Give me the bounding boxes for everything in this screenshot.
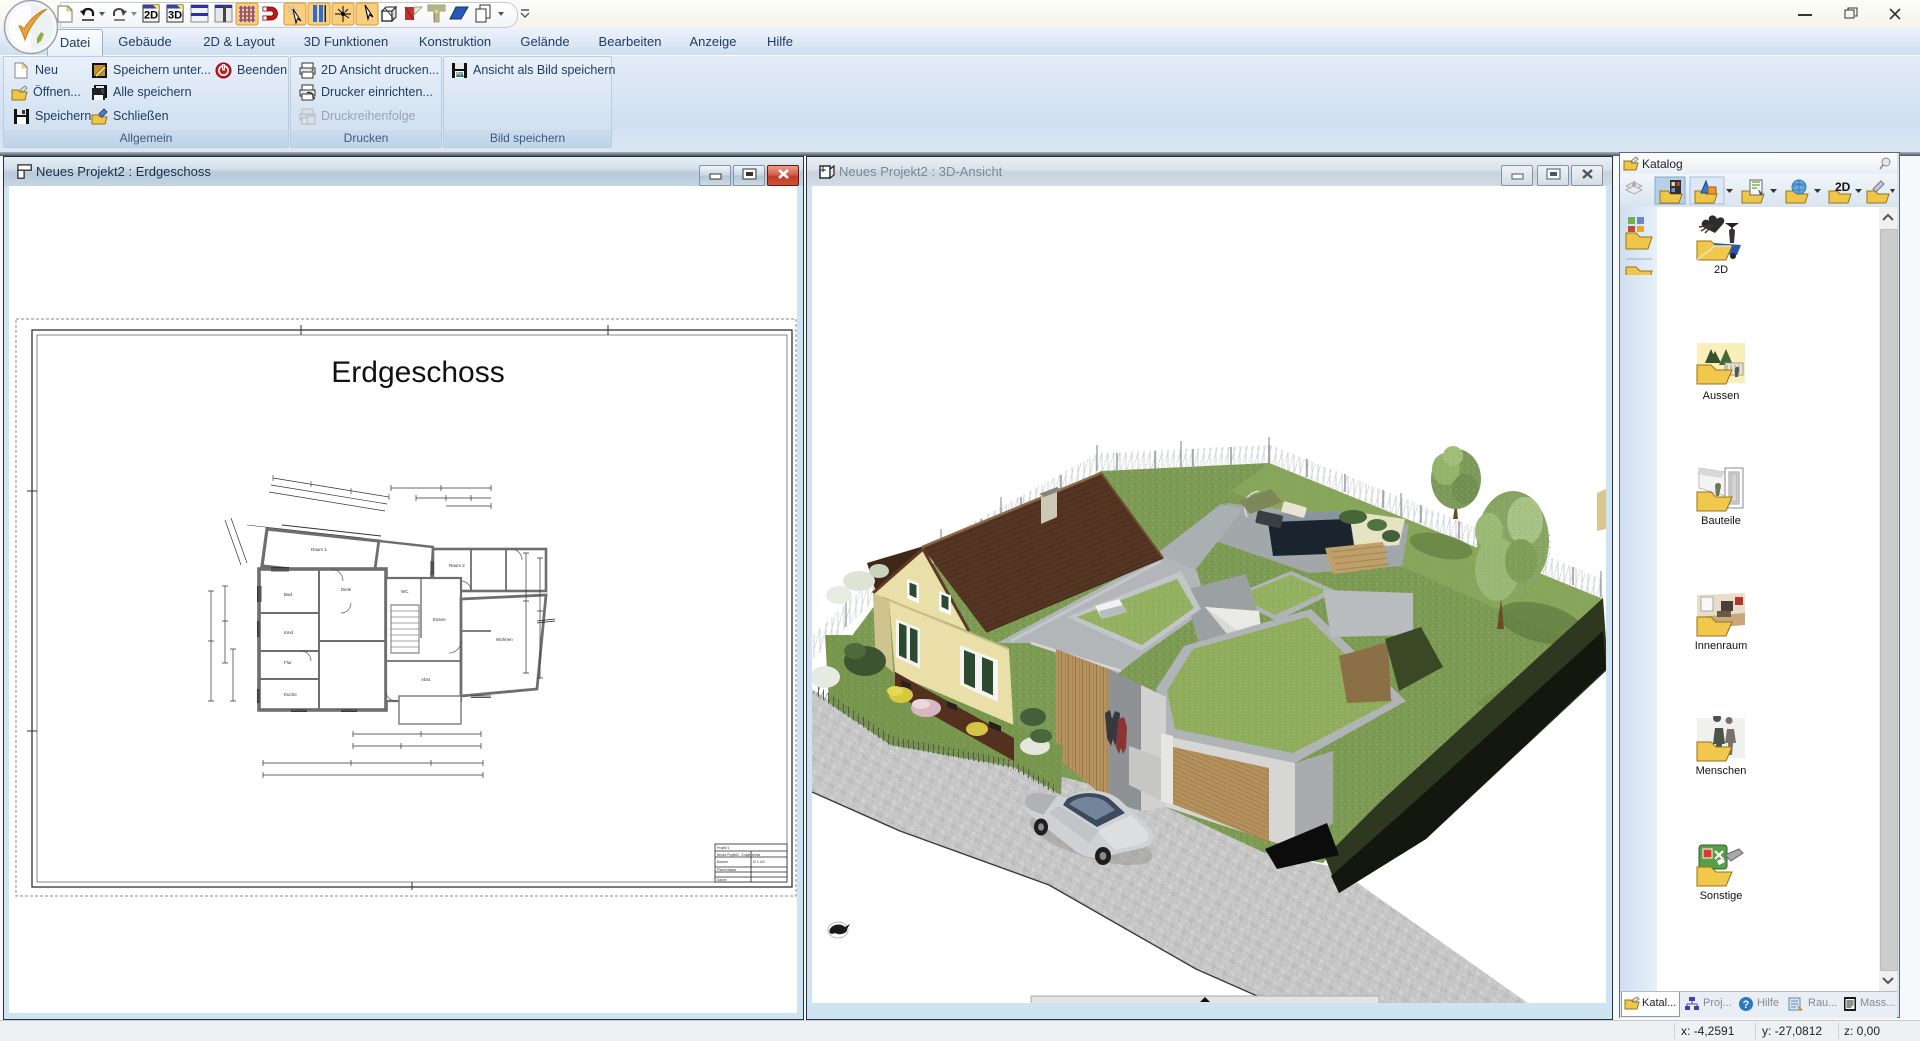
svg-text:Projekt 1: Projekt 1 (717, 846, 730, 850)
svg-text:Bad: Bad (284, 592, 293, 597)
svg-text:Küche: Küche (284, 692, 297, 697)
svg-text:Essen: Essen (433, 617, 446, 622)
svg-text:2D: 2D (144, 10, 158, 22)
svg-text:?: ? (1743, 999, 1750, 1011)
svg-text:M 1:100: M 1:100 (753, 860, 765, 864)
svg-text:Erdgeschoss: Erdgeschoss (331, 356, 504, 389)
svg-text:Planverfasser: Planverfasser (717, 868, 737, 872)
svg-text:2D: 2D (1835, 180, 1851, 194)
svg-text:Abst.: Abst. (421, 677, 431, 682)
svg-text:Diele: Diele (341, 587, 352, 592)
svg-text:Datum: Datum (717, 878, 727, 882)
svg-text:Bauherr: Bauherr (717, 860, 729, 864)
svg-text:Kind: Kind (284, 630, 294, 635)
svg-text:Neues Projekt2 - Erdgeschoss: Neues Projekt2 - Erdgeschoss (717, 853, 760, 857)
svg-text:Wohnen: Wohnen (496, 637, 513, 642)
svg-text:Raum 2: Raum 2 (449, 563, 465, 568)
svg-text:Raum 1: Raum 1 (311, 547, 327, 552)
svg-text:3D: 3D (168, 10, 182, 22)
svg-text:Flur: Flur (284, 660, 292, 665)
svg-text:WC: WC (401, 589, 409, 594)
